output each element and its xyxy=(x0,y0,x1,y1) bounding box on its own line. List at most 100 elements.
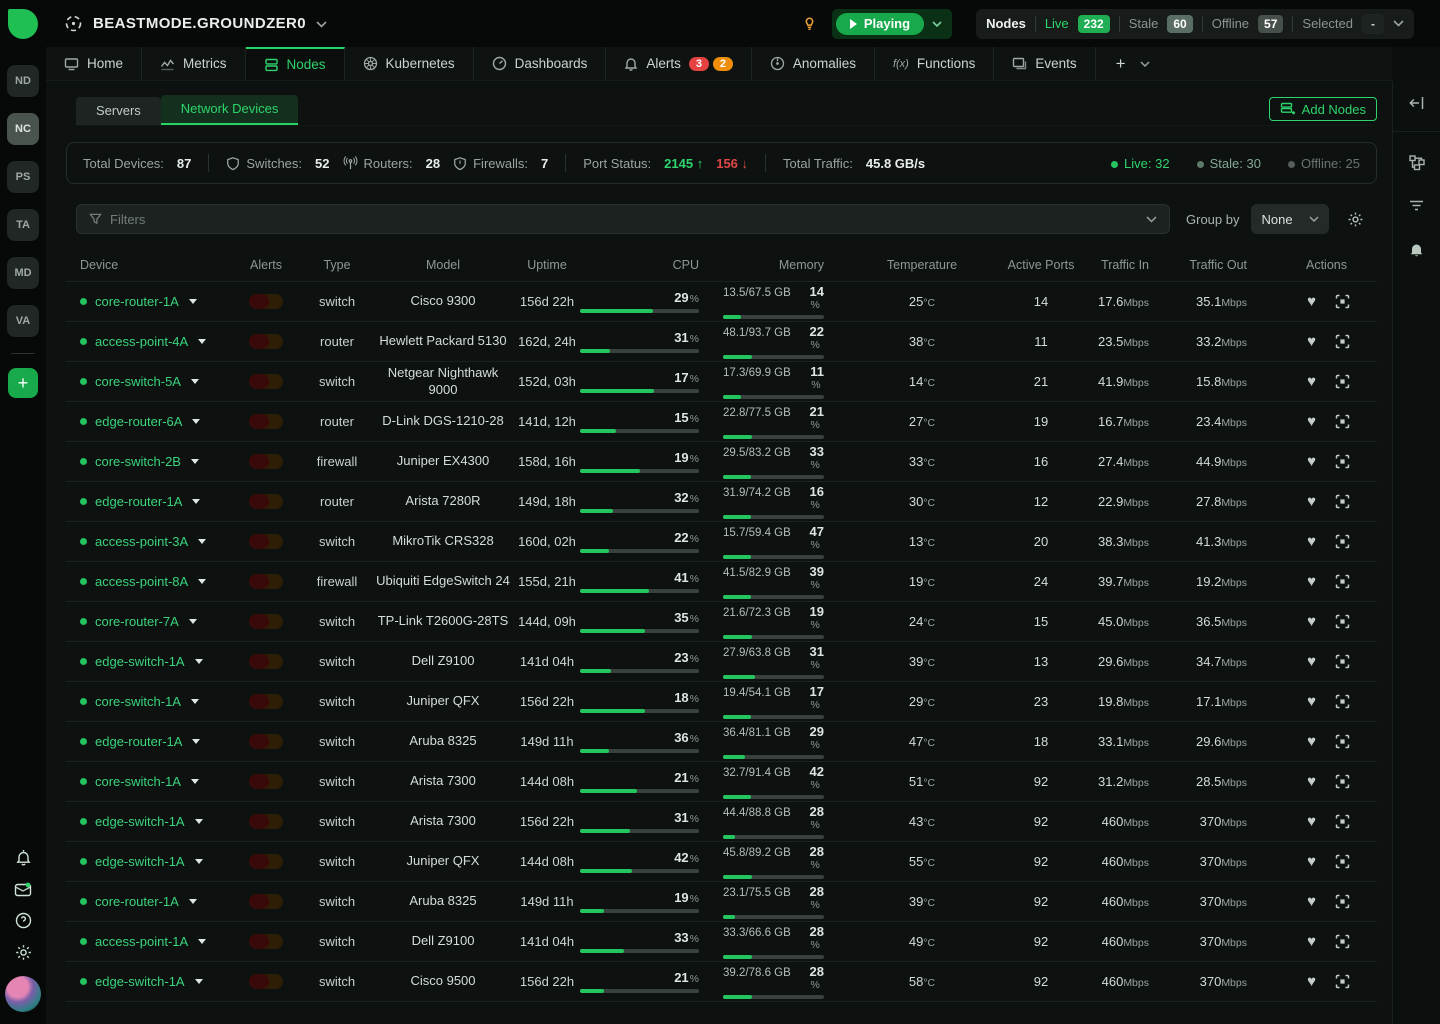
col-memory[interactable]: Memory xyxy=(713,258,838,272)
tab-anomalies[interactable]: Anomalies xyxy=(752,47,875,80)
device-expand-chevron-icon[interactable] xyxy=(192,739,200,744)
favorite-heart-icon[interactable]: ♥ xyxy=(1307,974,1316,989)
device-link[interactable]: core-switch-1A xyxy=(95,774,181,789)
focus-scan-icon[interactable] xyxy=(1335,294,1350,309)
alert-toggle[interactable] xyxy=(249,734,283,749)
selected-value-badge[interactable]: - xyxy=(1362,14,1384,34)
favorite-heart-icon[interactable]: ♥ xyxy=(1307,614,1316,629)
device-expand-chevron-icon[interactable] xyxy=(191,459,199,464)
tab-functions[interactable]: f(x) Functions xyxy=(875,47,994,80)
settings-gear-icon[interactable] xyxy=(15,944,32,961)
device-expand-chevron-icon[interactable] xyxy=(198,579,206,584)
tab-events[interactable]: Events xyxy=(994,47,1095,80)
focus-scan-icon[interactable] xyxy=(1335,454,1350,469)
alert-toggle[interactable] xyxy=(249,894,283,909)
device-link[interactable]: edge-router-1A xyxy=(95,734,182,749)
focus-scan-icon[interactable] xyxy=(1335,694,1350,709)
favorite-heart-icon[interactable]: ♥ xyxy=(1307,654,1316,669)
device-expand-chevron-icon[interactable] xyxy=(191,699,199,704)
focus-scan-icon[interactable] xyxy=(1335,774,1350,789)
device-link[interactable]: edge-switch-1A xyxy=(95,814,185,829)
lightbulb-icon[interactable] xyxy=(801,15,818,32)
tab-nodes[interactable]: Nodes xyxy=(246,47,345,80)
focus-scan-icon[interactable] xyxy=(1335,414,1350,429)
device-link[interactable]: core-router-1A xyxy=(95,294,179,309)
device-link[interactable]: access-point-4A xyxy=(95,334,188,349)
help-circle-icon[interactable] xyxy=(15,912,32,929)
favorite-heart-icon[interactable]: ♥ xyxy=(1307,334,1316,349)
tab-alerts[interactable]: Alerts 3 2 xyxy=(606,47,752,80)
device-expand-chevron-icon[interactable] xyxy=(198,539,206,544)
alert-toggle[interactable] xyxy=(249,334,283,349)
collapse-panel-icon[interactable] xyxy=(1408,95,1426,111)
favorite-heart-icon[interactable]: ♥ xyxy=(1307,494,1316,509)
user-avatar[interactable] xyxy=(5,976,41,1012)
favorite-heart-icon[interactable]: ♥ xyxy=(1307,934,1316,949)
device-expand-chevron-icon[interactable] xyxy=(192,419,200,424)
offline-count-badge[interactable]: 57 xyxy=(1258,15,1283,33)
subtab-servers[interactable]: Servers xyxy=(76,97,161,125)
topology-tree-icon[interactable] xyxy=(1408,154,1426,171)
subtab-network-devices[interactable]: Network Devices xyxy=(161,95,299,125)
alert-toggle[interactable] xyxy=(249,374,283,389)
favorite-heart-icon[interactable]: ♥ xyxy=(1307,414,1316,429)
brand-logo[interactable] xyxy=(0,9,46,39)
favorite-heart-icon[interactable]: ♥ xyxy=(1307,814,1316,829)
alert-toggle[interactable] xyxy=(249,974,283,989)
alert-toggle[interactable] xyxy=(249,534,283,549)
device-link[interactable]: core-router-7A xyxy=(95,614,179,629)
alert-toggle[interactable] xyxy=(249,294,283,309)
alert-toggle[interactable] xyxy=(249,814,283,829)
device-expand-chevron-icon[interactable] xyxy=(192,499,200,504)
sidebar-item-ta[interactable]: TA xyxy=(7,209,39,241)
device-link[interactable]: edge-router-1A xyxy=(95,494,182,509)
device-link[interactable]: edge-switch-1A xyxy=(95,654,185,669)
tab-dashboards[interactable]: Dashboards xyxy=(474,47,607,80)
device-expand-chevron-icon[interactable] xyxy=(191,779,199,784)
device-expand-chevron-icon[interactable] xyxy=(189,619,197,624)
favorite-heart-icon[interactable]: ♥ xyxy=(1307,574,1316,589)
group-by-select[interactable]: None xyxy=(1251,204,1329,234)
device-expand-chevron-icon[interactable] xyxy=(195,859,203,864)
bell-icon[interactable] xyxy=(1408,241,1425,258)
tab-metrics[interactable]: Metrics xyxy=(142,47,246,80)
tab-kubernetes[interactable]: Kubernetes xyxy=(345,47,474,80)
col-model[interactable]: Model xyxy=(372,258,514,272)
col-traffic-in[interactable]: Traffic In xyxy=(1076,258,1154,272)
device-expand-chevron-icon[interactable] xyxy=(195,659,203,664)
device-expand-chevron-icon[interactable] xyxy=(198,339,206,344)
selected-chevron-icon[interactable] xyxy=(1393,20,1404,27)
playing-button[interactable]: Playing xyxy=(836,13,924,35)
focus-scan-icon[interactable] xyxy=(1335,934,1350,949)
focus-scan-icon[interactable] xyxy=(1335,814,1350,829)
favorite-heart-icon[interactable]: ♥ xyxy=(1307,774,1316,789)
favorite-heart-icon[interactable]: ♥ xyxy=(1307,734,1316,749)
device-link[interactable]: core-switch-5A xyxy=(95,374,181,389)
favorite-heart-icon[interactable]: ♥ xyxy=(1307,374,1316,389)
alert-toggle[interactable] xyxy=(249,854,283,869)
playback-control[interactable]: Playing xyxy=(832,9,952,39)
add-tab-button[interactable]: + xyxy=(1116,54,1126,74)
alert-toggle[interactable] xyxy=(249,694,283,709)
device-expand-chevron-icon[interactable] xyxy=(189,299,197,304)
favorite-heart-icon[interactable]: ♥ xyxy=(1307,294,1316,309)
col-traffic-out[interactable]: Traffic Out xyxy=(1154,258,1252,272)
col-active-ports[interactable]: Active Ports xyxy=(1006,258,1076,272)
stale-count-badge[interactable]: 60 xyxy=(1167,15,1192,33)
alert-toggle[interactable] xyxy=(249,934,283,949)
alert-toggle[interactable] xyxy=(249,414,283,429)
device-expand-chevron-icon[interactable] xyxy=(198,939,206,944)
add-nodes-button[interactable]: Add Nodes xyxy=(1269,97,1377,121)
focus-scan-icon[interactable] xyxy=(1335,974,1350,989)
device-link[interactable]: core-router-1A xyxy=(95,894,179,909)
inbox-mail-icon[interactable] xyxy=(14,881,32,897)
workspace-chevron-icon[interactable] xyxy=(316,15,327,33)
device-link[interactable]: core-switch-2B xyxy=(95,454,181,469)
favorite-heart-icon[interactable]: ♥ xyxy=(1307,454,1316,469)
focus-scan-icon[interactable] xyxy=(1335,894,1350,909)
device-link[interactable]: edge-switch-1A xyxy=(95,854,185,869)
sidebar-item-md[interactable]: MD xyxy=(7,257,39,289)
sidebar-item-ps[interactable]: PS xyxy=(7,161,39,193)
focus-scan-icon[interactable] xyxy=(1335,334,1350,349)
sidebar-item-va[interactable]: VA xyxy=(7,305,39,337)
